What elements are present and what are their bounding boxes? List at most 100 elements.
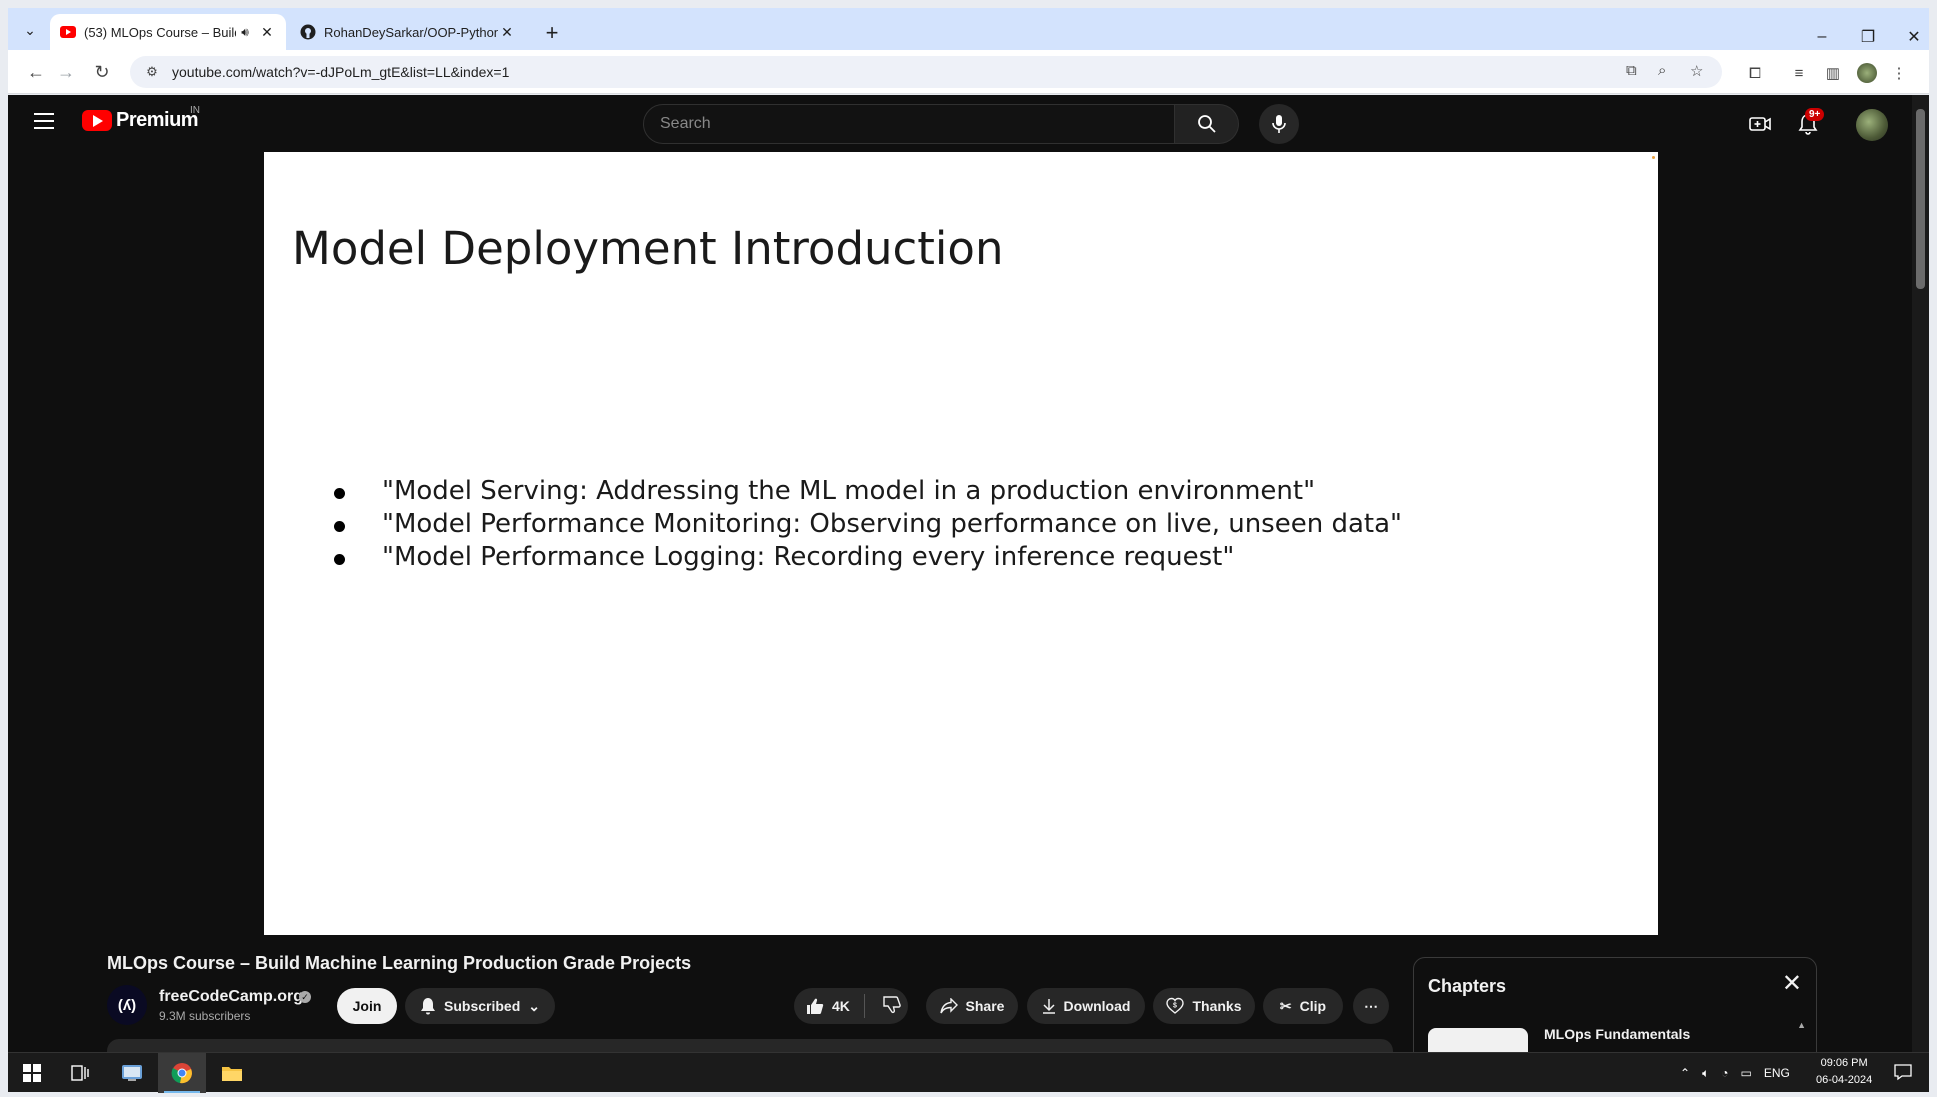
browser-menu-icon[interactable]: ⋮: [1888, 62, 1910, 84]
bookmark-star-icon[interactable]: ☆: [1690, 62, 1703, 80]
youtube-logo[interactable]: Premium IN: [82, 105, 200, 132]
slide-bullet: "Model Performance Logging: Recording ev…: [330, 541, 1402, 574]
browser-tab-strip: ⌄ (53) MLOps Course – Build 🔊︎ ✕ RohanDe…: [8, 8, 1929, 50]
verified-check-icon: ✓: [299, 991, 311, 1003]
battery-icon[interactable]: ▭: [1741, 1066, 1752, 1080]
subscribed-button[interactable]: Subscribed ⌄: [405, 988, 555, 1024]
more-actions-button[interactable]: ⋯: [1353, 988, 1389, 1024]
search-input[interactable]: Search: [643, 104, 1175, 144]
zoom-icon[interactable]: ⌕: [1658, 62, 1666, 79]
chevron-down-icon: ⌄: [528, 997, 540, 1014]
voice-search-button[interactable]: [1259, 104, 1299, 144]
youtube-play-icon: [82, 110, 112, 131]
create-video-icon[interactable]: [1747, 111, 1773, 137]
tab-search-dropdown-icon[interactable]: ⌄: [16, 16, 44, 44]
reload-icon[interactable]: ↻: [88, 58, 116, 86]
browser-toolbar: ← → ↻ ⚙ youtube.com/watch?v=-dJPoLm_gtE&…: [8, 50, 1929, 94]
scissors-icon: ✂: [1279, 997, 1292, 1014]
youtube-icon: [60, 24, 76, 40]
address-bar[interactable]: ⚙ youtube.com/watch?v=-dJPoLm_gtE&list=L…: [130, 56, 1722, 88]
account-avatar[interactable]: [1856, 109, 1888, 141]
bell-icon: [421, 998, 435, 1015]
chrome-taskbar-icon[interactable]: [158, 1053, 206, 1093]
slide-title: Model Deployment Introduction: [292, 222, 1004, 275]
super-thanks-icon: $: [1166, 997, 1185, 1014]
windows-taskbar: ⌃ 🔈︎ ◔ ▭ ENG 09:06 PM 06-04-2024: [8, 1052, 1929, 1093]
channel-name[interactable]: freeCodeCamp.org: [159, 988, 303, 1006]
join-label: Join: [352, 998, 382, 1014]
join-button[interactable]: Join: [337, 988, 397, 1024]
windows-start-icon[interactable]: [8, 1053, 56, 1093]
taskbar-app-icon[interactable]: [108, 1053, 156, 1093]
tab-title: RohanDeySarkar/OOP-Python: [324, 24, 498, 40]
search-placeholder: Search: [660, 115, 711, 132]
country-code: IN: [190, 105, 200, 116]
share-label: Share: [965, 998, 1005, 1014]
clock[interactable]: 09:06 PM 06-04-2024: [1816, 1055, 1872, 1089]
share-button[interactable]: Share: [926, 988, 1018, 1024]
tab-close-icon[interactable]: ✕: [498, 24, 516, 41]
video-title: MLOps Course – Build Machine Learning Pr…: [107, 953, 692, 973]
site-info-icon[interactable]: ⚙: [138, 64, 166, 80]
channel-avatar[interactable]: (ʎ): [107, 985, 147, 1025]
notification-count-badge: 9+: [1805, 108, 1825, 121]
dislike-button[interactable]: [883, 995, 901, 1017]
slide-bullet-list: "Model Serving: Addressing the ML model …: [330, 475, 1402, 574]
tab-close-icon[interactable]: ✕: [258, 24, 276, 41]
media-control-icon[interactable]: ≡: [1788, 62, 1810, 84]
scrollbar-thumb[interactable]: [1916, 109, 1925, 289]
show-hidden-icons-icon[interactable]: ⌃: [1680, 1066, 1690, 1080]
clock-time: 09:06 PM: [1820, 1057, 1868, 1069]
clock-date: 06-04-2024: [1816, 1074, 1873, 1086]
tab-title: (53) MLOps Course – Build: [84, 24, 236, 40]
divider: [863, 994, 865, 1018]
subscriber-count: 9.3M subscribers: [159, 1009, 251, 1023]
wifi-icon[interactable]: ◔: [1721, 1066, 1728, 1080]
extensions-icon[interactable]: ⧠: [1744, 62, 1766, 84]
subscribed-label: Subscribed: [444, 998, 521, 1014]
slide-bullet: "Model Performance Monitoring: Observing…: [330, 508, 1402, 541]
microphone-icon: [1272, 115, 1286, 133]
close-icon[interactable]: ✕: [1782, 972, 1802, 996]
video-corner-marker: [1652, 156, 1655, 159]
speaker-icon[interactable]: 🔊︎: [236, 25, 254, 40]
like-count: 4K: [832, 998, 850, 1014]
clip-label: Clip: [1299, 998, 1327, 1014]
video-player[interactable]: Model Deployment Introduction "Model Ser…: [264, 152, 1658, 935]
more-icon: ⋯: [1364, 997, 1378, 1014]
screen: ⌄ (53) MLOps Course – Build 🔊︎ ✕ RohanDe…: [0, 0, 1937, 1097]
search-button[interactable]: [1175, 104, 1239, 144]
menu-icon[interactable]: [34, 113, 54, 129]
system-tray: ⌃ 🔈︎ ◔ ▭ ENG: [1680, 1053, 1790, 1093]
svg-text:$: $: [1174, 1003, 1178, 1010]
file-explorer-icon[interactable]: [208, 1053, 256, 1093]
like-button[interactable]: 4K: [806, 997, 850, 1015]
side-panel-icon[interactable]: ▥: [1822, 62, 1844, 84]
language-indicator[interactable]: ENG: [1764, 1066, 1790, 1080]
youtube-header: Premium IN Search 9+: [8, 95, 1912, 151]
slide-bullet: "Model Serving: Addressing the ML model …: [330, 475, 1402, 508]
tab-github[interactable]: RohanDeySarkar/OOP-Python ✕: [290, 14, 526, 50]
volume-icon[interactable]: 🔈︎: [1702, 1066, 1709, 1081]
install-app-icon[interactable]: ⧉: [1626, 62, 1637, 79]
clip-button[interactable]: ✂ Clip: [1263, 988, 1343, 1024]
thumbs-down-icon: [883, 995, 901, 1013]
back-icon[interactable]: ←: [22, 58, 50, 86]
tab-youtube[interactable]: (53) MLOps Course – Build 🔊︎ ✕: [50, 14, 286, 50]
chapters-header: Chapters: [1428, 976, 1507, 996]
forward-icon[interactable]: →: [52, 58, 80, 86]
scroll-up-icon[interactable]: ▲: [1797, 1020, 1806, 1030]
page-scrollbar[interactable]: [1912, 95, 1929, 1061]
logo-text: Premium: [116, 109, 199, 131]
profile-avatar[interactable]: [1856, 62, 1878, 84]
share-icon: [939, 998, 958, 1014]
new-tab-button[interactable]: +: [538, 20, 566, 48]
download-button[interactable]: Download: [1027, 988, 1145, 1024]
task-view-icon[interactable]: [56, 1053, 104, 1093]
thumbs-up-icon: [807, 998, 824, 1014]
like-dislike-group: 4K: [794, 988, 908, 1024]
thanks-button[interactable]: $ Thanks: [1153, 988, 1255, 1024]
notification-center-icon[interactable]: [1894, 1063, 1912, 1081]
chapter-item-title[interactable]: MLOps Fundamentals: [1544, 1026, 1690, 1042]
url-text[interactable]: youtube.com/watch?v=-dJPoLm_gtE&list=LL&…: [172, 64, 509, 80]
